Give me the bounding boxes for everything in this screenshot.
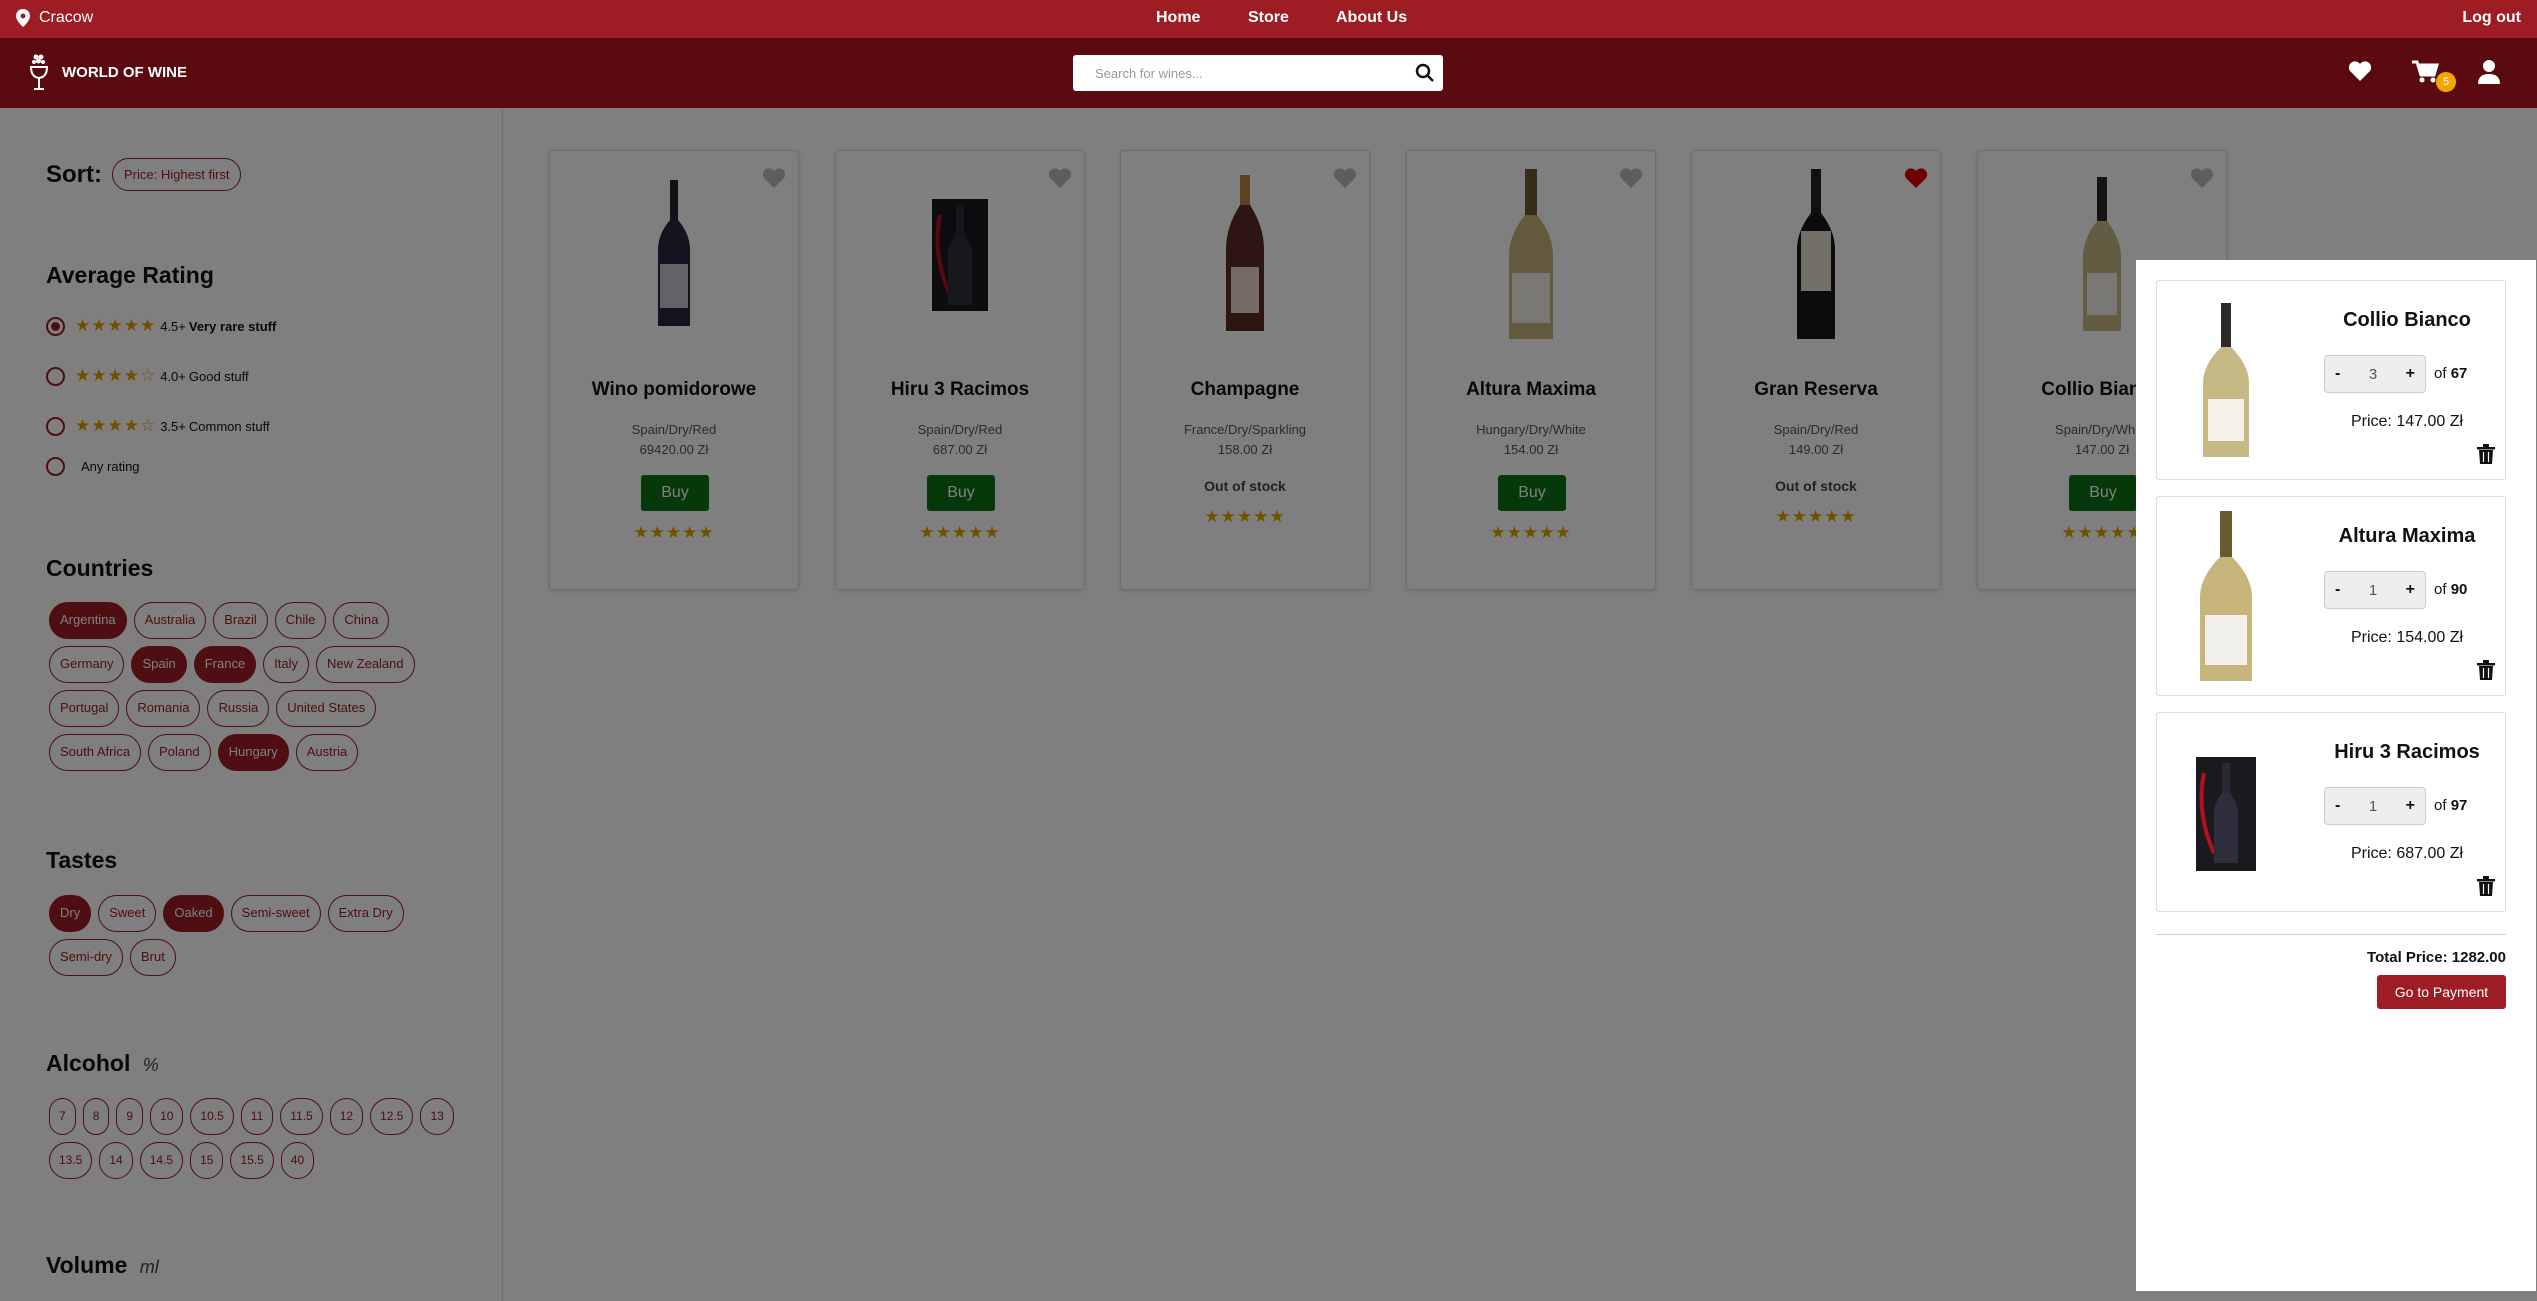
cart-count-badge: 5	[2436, 72, 2456, 92]
stock-info: of 67	[2434, 365, 2467, 382]
stock-count: 67	[2450, 365, 2468, 382]
cart-item-image	[2181, 509, 2271, 685]
cart-total-section: Total Price: 1282.00 Go to Payment	[2156, 934, 2506, 1009]
top-bar: Cracow Home Store About Us Log out	[0, 0, 2537, 38]
increase-button[interactable]: +	[2406, 365, 2415, 383]
cart-item: Collio Bianco - 3 + of 67 Price: 147.00 …	[2156, 280, 2506, 480]
wine-glass-logo-icon	[29, 54, 49, 90]
stock-info: of 90	[2434, 581, 2467, 598]
stock-count: 90	[2450, 581, 2468, 598]
stock-of-label: of	[2434, 581, 2447, 598]
quantity-stepper: - 3 +	[2324, 355, 2426, 393]
cart-item-name: Altura Maxima	[2338, 525, 2476, 547]
cart-item-name: Collio Bianco	[2343, 309, 2471, 331]
favorites-heart-icon[interactable]	[2348, 60, 2372, 87]
cart-item: Altura Maxima - 1 + of 90 Price: 154.00 …	[2156, 496, 2506, 696]
location[interactable]: Cracow	[16, 9, 93, 27]
total-price: Total Price: 1282.00	[2367, 949, 2506, 966]
increase-button[interactable]: +	[2406, 797, 2415, 815]
stock-count: 97	[2450, 797, 2468, 814]
quantity-stepper: - 1 +	[2324, 571, 2426, 609]
nav-about[interactable]: About Us	[1336, 9, 1407, 27]
decrease-button[interactable]: -	[2335, 365, 2340, 383]
cart-item-name: Hiru 3 Racimos	[2334, 741, 2480, 763]
user-icon[interactable]	[2478, 60, 2500, 89]
brand-logo[interactable]: WORLD OF WINE	[28, 52, 187, 92]
brand-name: WORLD OF WINE	[62, 63, 187, 81]
quantity-stepper: - 1 +	[2324, 787, 2426, 825]
cart-item-price: Price: 154.00 Zł	[2350, 629, 2464, 646]
search-box	[1073, 55, 1443, 91]
quantity-value[interactable]: 1	[2369, 798, 2377, 815]
go-to-payment-button[interactable]: Go to Payment	[2377, 975, 2506, 1009]
cart-icon[interactable]: 5	[2412, 60, 2456, 92]
header: WORLD OF WINE 5	[0, 38, 2537, 108]
trash-icon[interactable]	[2477, 444, 2495, 469]
trash-icon[interactable]	[2477, 876, 2495, 901]
cart-panel: Collio Bianco - 3 + of 67 Price: 147.00 …	[2136, 260, 2536, 1291]
cart-item-price: Price: 147.00 Zł	[2350, 413, 2464, 430]
quantity-value[interactable]: 3	[2369, 366, 2377, 383]
cart-item: Hiru 3 Racimos - 1 + of 97 Price: 687.00…	[2156, 712, 2506, 912]
cart-item-image	[2181, 725, 2271, 901]
cart-item-image	[2181, 293, 2271, 469]
decrease-button[interactable]: -	[2335, 797, 2340, 815]
nav-store[interactable]: Store	[1248, 9, 1289, 27]
search-icon[interactable]	[1415, 63, 1435, 88]
search-input[interactable]	[1073, 55, 1403, 91]
cart-item-price: Price: 687.00 Zł	[2350, 845, 2464, 862]
quantity-value[interactable]: 1	[2369, 582, 2377, 599]
location-label: Cracow	[39, 9, 94, 26]
nav-home[interactable]: Home	[1156, 9, 1200, 27]
increase-button[interactable]: +	[2406, 581, 2415, 599]
stock-of-label: of	[2434, 797, 2447, 814]
decrease-button[interactable]: -	[2335, 581, 2340, 599]
trash-icon[interactable]	[2477, 660, 2495, 685]
stock-info: of 97	[2434, 797, 2467, 814]
stock-of-label: of	[2434, 365, 2447, 382]
logout-link[interactable]: Log out	[2462, 9, 2521, 27]
location-pin-icon	[16, 9, 30, 27]
